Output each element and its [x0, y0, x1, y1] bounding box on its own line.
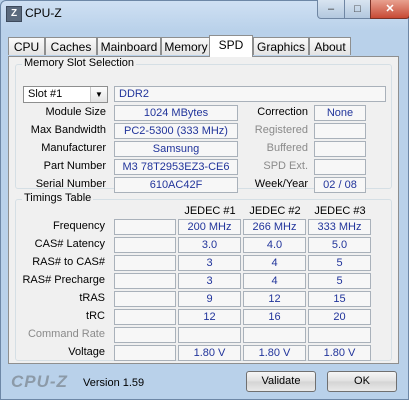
timing-cell: 15 [308, 291, 371, 307]
timing-cell: 1.80 V [308, 345, 371, 361]
memory-slot-group-title: Memory Slot Selection [22, 57, 137, 69]
timing-cell-blank [114, 327, 176, 343]
timing-cell: 333 MHz [308, 219, 371, 235]
timing-cell [243, 327, 306, 343]
timing-cell: 266 MHz [243, 219, 306, 235]
tab-cpu[interactable]: CPU [8, 37, 45, 55]
slot-select-value: Slot #1 [28, 88, 63, 100]
tras-label: tRAS [79, 292, 105, 304]
cas-latency-label: CAS# Latency [34, 238, 105, 250]
part-number-field: M3 78T2953EZ3-CE6 [114, 159, 238, 175]
tab-spd[interactable]: SPD [209, 35, 253, 57]
memory-type-field: DDR2 [114, 86, 386, 102]
part-number-label: Part Number [43, 160, 106, 172]
timing-cell-blank [114, 345, 176, 361]
spd-ext-field [314, 159, 366, 175]
serial-number-field: 610AC42F [114, 177, 238, 193]
timing-cell: 4.0 [243, 237, 306, 253]
maximize-button[interactable]: □ [344, 0, 371, 19]
module-size-field: 1024 MBytes [114, 105, 238, 121]
ras-precharge-label: RAS# Precharge [22, 274, 105, 286]
buffered-label: Buffered [266, 142, 308, 154]
timing-cell [308, 327, 371, 343]
timing-cell: 5.0 [308, 237, 371, 253]
tab-memory[interactable]: Memory [161, 37, 211, 55]
buffered-field [314, 141, 366, 157]
timing-cell: 9 [178, 291, 241, 307]
timing-cell: 4 [243, 273, 306, 289]
tab-graphics[interactable]: Graphics [253, 37, 309, 55]
timing-cell: 3.0 [178, 237, 241, 253]
cpuz-logo: CPU-Z [11, 372, 68, 391]
manufacturer-label: Manufacturer [41, 142, 106, 154]
timing-cell: 5 [308, 255, 371, 271]
timings-group: Timings Table JEDEC #1 JEDEC #2 JEDEC #3… [15, 192, 392, 361]
timing-cell: 4 [243, 255, 306, 271]
timings-group-title: Timings Table [22, 192, 94, 204]
tab-mainboard[interactable]: Mainboard [97, 37, 161, 55]
timing-cell-blank [114, 309, 176, 325]
registered-label: Registered [254, 124, 308, 136]
max-bandwidth-label: Max Bandwidth [30, 124, 106, 136]
timing-cell: 3 [178, 273, 241, 289]
cpuz-app-icon: Z [6, 6, 22, 22]
chevron-down-icon[interactable]: ▼ [90, 87, 107, 102]
close-button[interactable]: ✕ [370, 0, 409, 19]
timing-cell: 200 MHz [178, 219, 241, 235]
ok-button[interactable]: OK [327, 371, 397, 392]
timing-cell-blank [114, 219, 176, 235]
title-bar[interactable]: Z CPU-Z – □ ✕ [0, 0, 409, 28]
timing-cell: 1.80 V [243, 345, 306, 361]
module-size-label: Module Size [45, 106, 106, 118]
correction-field: None [314, 105, 366, 121]
correction-label: Correction [257, 106, 308, 118]
registered-field [314, 123, 366, 139]
timing-cell: 12 [243, 291, 306, 307]
max-bandwidth-field: PC2-5300 (333 MHz) [114, 123, 238, 139]
ras-to-cas-label: RAS# to CAS# [32, 256, 105, 268]
timing-cell: 20 [308, 309, 371, 325]
week-year-field: 02 / 08 [314, 177, 366, 193]
timings-column-header: JEDEC #3 [314, 205, 366, 217]
timing-cell: 12 [178, 309, 241, 325]
tab-about[interactable]: About [309, 37, 351, 55]
manufacturer-field: Samsung [114, 141, 238, 157]
spd-ext-label: SPD Ext. [263, 160, 308, 172]
timing-cell-blank [114, 291, 176, 307]
timings-column-header: JEDEC #1 [184, 205, 236, 217]
voltage-label: Voltage [68, 346, 105, 358]
timing-cell-blank [114, 273, 176, 289]
window-title: CPU-Z [25, 6, 62, 20]
trc-label: tRC [86, 310, 105, 322]
timing-cell-blank [114, 255, 176, 271]
timing-cell-blank [114, 237, 176, 253]
timing-cell: 1.80 V [178, 345, 241, 361]
timing-cell: 16 [243, 309, 306, 325]
frequency-label: Frequency [53, 220, 105, 232]
tab-caches[interactable]: Caches [45, 37, 97, 55]
timings-column-header: JEDEC #2 [249, 205, 301, 217]
week-year-label: Week/Year [254, 178, 308, 190]
minimize-button[interactable]: – [317, 0, 345, 19]
validate-button[interactable]: Validate [246, 371, 316, 392]
timing-cell: 3 [178, 255, 241, 271]
spd-panel: Memory Slot Selection Slot #1 ▼ DDR2 Mod… [8, 56, 399, 364]
timing-cell [178, 327, 241, 343]
slot-select[interactable]: Slot #1 ▼ [23, 86, 108, 103]
version-label: Version 1.59 [83, 377, 145, 389]
timing-cell: 5 [308, 273, 371, 289]
serial-number-label: Serial Number [35, 178, 106, 190]
command-rate-label: Command Rate [27, 328, 105, 340]
memory-slot-group: Memory Slot Selection Slot #1 ▼ DDR2 Mod… [15, 57, 392, 193]
